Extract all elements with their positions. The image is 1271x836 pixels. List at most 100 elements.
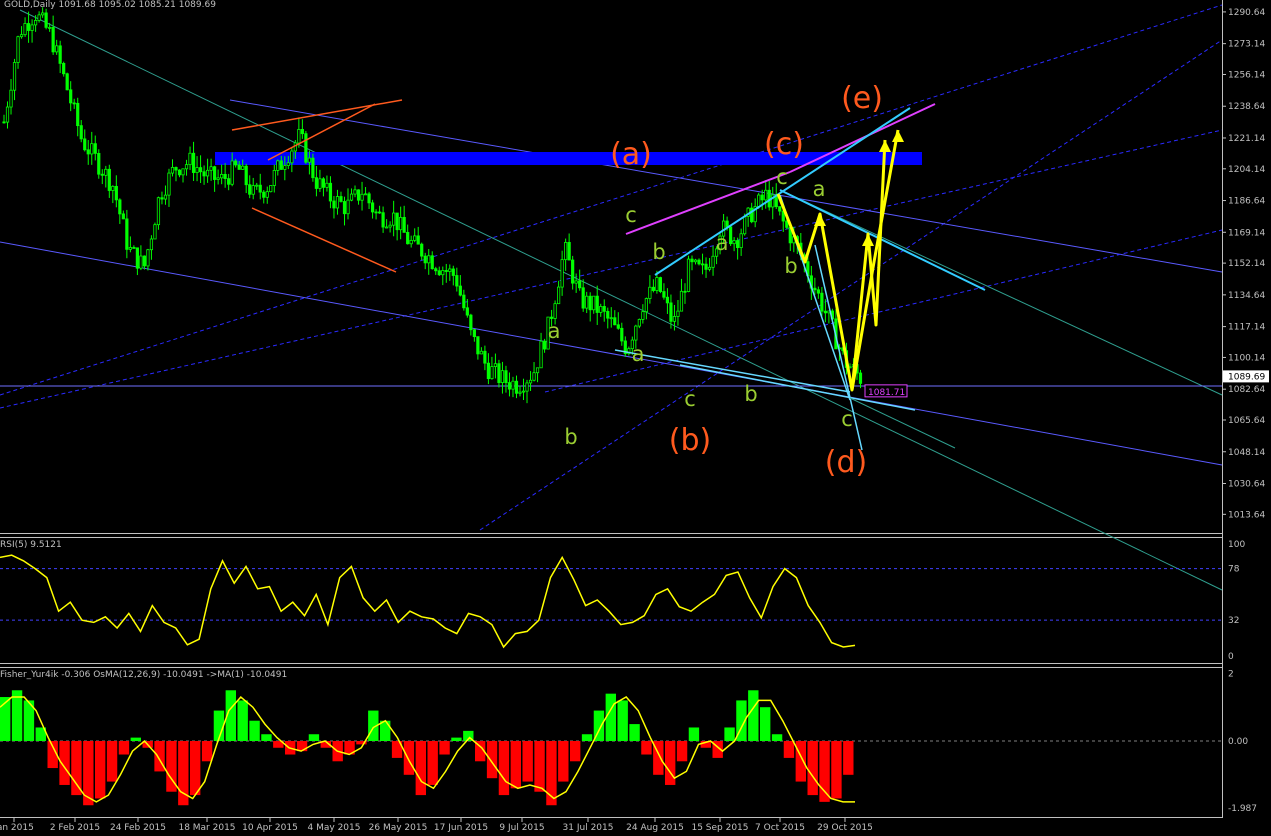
candle-body[interactable] bbox=[156, 197, 161, 226]
osma-histogram-bar[interactable] bbox=[724, 727, 735, 741]
osma-histogram-bar[interactable] bbox=[581, 734, 593, 741]
candle-body[interactable] bbox=[346, 199, 350, 215]
candle-body[interactable] bbox=[500, 370, 505, 384]
osma-histogram-bar[interactable] bbox=[522, 741, 533, 782]
osma-histogram-bar[interactable] bbox=[676, 741, 688, 762]
candle-body[interactable] bbox=[142, 255, 147, 267]
osma-histogram-bar[interactable] bbox=[130, 737, 141, 741]
candle-body[interactable] bbox=[564, 242, 568, 261]
candle-body[interactable] bbox=[606, 310, 610, 319]
candle-body[interactable] bbox=[514, 380, 519, 394]
candle-body[interactable] bbox=[100, 173, 104, 176]
candle-body[interactable] bbox=[504, 370, 508, 383]
candle-body[interactable] bbox=[725, 220, 729, 228]
candle-body[interactable] bbox=[220, 173, 224, 179]
candle-body[interactable] bbox=[553, 303, 557, 319]
candle-body[interactable] bbox=[276, 160, 280, 171]
candle-body[interactable] bbox=[339, 196, 343, 202]
candle-body[interactable] bbox=[97, 152, 101, 175]
candle-body[interactable] bbox=[743, 215, 747, 235]
candle-body[interactable] bbox=[595, 295, 599, 313]
osma-histogram-bar[interactable] bbox=[819, 741, 830, 802]
candle-body[interactable] bbox=[93, 143, 97, 154]
candle-body[interactable] bbox=[216, 177, 220, 180]
candle-body[interactable] bbox=[641, 311, 645, 320]
fan-line-short[interactable] bbox=[849, 397, 956, 449]
candle-body[interactable] bbox=[314, 177, 319, 189]
candle-body[interactable] bbox=[118, 199, 122, 215]
yellow-projection-path-2[interactable] bbox=[850, 129, 900, 391]
osma-histogram-bar[interactable] bbox=[118, 741, 130, 755]
osma-histogram-bar[interactable] bbox=[534, 741, 545, 792]
candle-body[interactable] bbox=[188, 152, 192, 166]
candle-body[interactable] bbox=[349, 193, 354, 201]
osma-histogram-bar[interactable] bbox=[486, 741, 498, 779]
candle-body[interactable] bbox=[700, 263, 705, 266]
osma-histogram-bar[interactable] bbox=[261, 734, 272, 741]
candle-body[interactable] bbox=[455, 275, 459, 287]
candle-body[interactable] bbox=[697, 259, 701, 265]
candle-body[interactable] bbox=[139, 255, 143, 269]
candle-body[interactable] bbox=[195, 167, 199, 173]
candle-body[interactable] bbox=[532, 372, 536, 381]
candle-body[interactable] bbox=[690, 258, 694, 263]
orange-wedge-inner[interactable] bbox=[267, 103, 376, 161]
candle-body[interactable] bbox=[5, 106, 10, 123]
osma-histogram-bar[interactable] bbox=[95, 741, 106, 799]
candle-body[interactable] bbox=[335, 196, 340, 209]
candle-body[interactable] bbox=[388, 224, 392, 228]
candle-body[interactable] bbox=[557, 286, 561, 305]
candle-body[interactable] bbox=[79, 125, 83, 140]
candle-body[interactable] bbox=[332, 200, 336, 209]
candle-body[interactable] bbox=[160, 197, 164, 200]
candle-body[interactable] bbox=[262, 191, 266, 198]
osma-histogram-bar[interactable] bbox=[237, 700, 248, 741]
candle-body[interactable] bbox=[114, 185, 118, 201]
candle-body[interactable] bbox=[65, 73, 69, 91]
candle-body[interactable] bbox=[125, 218, 129, 250]
candle-body[interactable] bbox=[486, 362, 491, 380]
osma-histogram-bar[interactable] bbox=[498, 741, 510, 796]
candle-body[interactable] bbox=[402, 217, 406, 233]
candle-body[interactable] bbox=[286, 162, 290, 166]
chart-canvas[interactable]: 1081.71(a)(b)(c)(d)(e)abcabcabc abc 1290.… bbox=[0, 0, 1271, 836]
candle-body[interactable] bbox=[644, 298, 648, 313]
osma-histogram-bar[interactable] bbox=[783, 741, 795, 758]
candle-body[interactable] bbox=[679, 290, 684, 312]
candle-body[interactable] bbox=[167, 172, 171, 196]
candle-body[interactable] bbox=[483, 350, 487, 364]
candle-body[interactable] bbox=[149, 238, 154, 251]
candle-body[interactable] bbox=[44, 12, 48, 28]
candle-body[interactable] bbox=[234, 160, 238, 166]
candle-body[interactable] bbox=[707, 266, 712, 270]
candle-body[interactable] bbox=[255, 184, 259, 187]
candle-body[interactable] bbox=[736, 240, 740, 248]
candle-body[interactable] bbox=[539, 340, 543, 369]
osma-histogram-bar[interactable] bbox=[807, 741, 818, 796]
candle-body[interactable] bbox=[423, 255, 427, 264]
candle-body[interactable] bbox=[813, 287, 817, 291]
candle-body[interactable] bbox=[370, 202, 375, 213]
candle-body[interactable] bbox=[662, 291, 666, 298]
candle-body[interactable] bbox=[318, 178, 322, 189]
candle-body[interactable] bbox=[107, 168, 111, 191]
candle-body[interactable] bbox=[613, 317, 617, 326]
osma-histogram-bar[interactable] bbox=[641, 741, 652, 755]
candle-body[interactable] bbox=[9, 89, 13, 108]
candle-body[interactable] bbox=[272, 170, 276, 186]
candle-body[interactable] bbox=[248, 184, 252, 195]
candle-body[interactable] bbox=[729, 226, 733, 245]
candle-body[interactable] bbox=[648, 286, 652, 299]
candle-body[interactable] bbox=[409, 239, 413, 245]
candle-body[interactable] bbox=[427, 255, 431, 264]
candle-body[interactable] bbox=[170, 167, 175, 174]
candle-body[interactable] bbox=[655, 277, 659, 291]
candle-body[interactable] bbox=[764, 189, 768, 201]
candle-body[interactable] bbox=[230, 160, 234, 185]
candle-body[interactable] bbox=[535, 367, 540, 374]
candle-body[interactable] bbox=[437, 270, 441, 276]
candle-body[interactable] bbox=[41, 12, 45, 16]
candle-body[interactable] bbox=[567, 242, 571, 261]
candle-body[interactable] bbox=[202, 171, 206, 177]
candle-body[interactable] bbox=[307, 157, 311, 163]
